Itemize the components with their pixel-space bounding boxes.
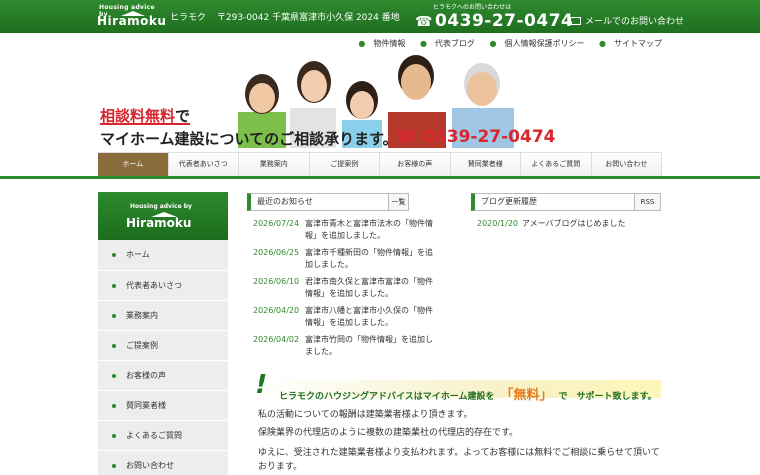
company-name: ヒラモク [170, 13, 207, 23]
nav-contact[interactable]: お問い合わせ [591, 153, 662, 176]
phone-number: 0439-27-0474 [434, 11, 574, 31]
advice-banner: ! ヒラモクのハウジングアドバイスはマイホーム建設を 「無料」で サポート致します… [247, 370, 661, 403]
sidebar-logo[interactable]: Housing advice by Hiramoku [98, 192, 228, 240]
hero-free-consultation: 相談料無料で [100, 107, 191, 125]
bullet-icon: ● [599, 39, 606, 48]
blog-item[interactable]: 2020/1/20 アメーバブログはじめました [477, 218, 626, 229]
mail-contact-label: メールでのお問い合わせ [585, 17, 685, 27]
hero-phone[interactable]: ☎ 0439-27-0474 [396, 127, 556, 147]
sidebar-item-home[interactable]: ホーム [98, 240, 228, 270]
hero-headline: マイホーム建設についてのご相談承ります。 [100, 130, 398, 148]
company-address: 〒293-0042 千葉県富津市小久保 2024 番地 [216, 13, 400, 23]
news-item[interactable]: 2026/06/10 君津市南久保と富津市富津の「物件情報」を追加しました。 [253, 276, 439, 300]
mail-contact-link[interactable]: メールでのお問い合わせ [570, 14, 684, 27]
sidebar-item-proposals[interactable]: ご提案例 [98, 330, 228, 360]
news-section-header: 最近のお知らせ 一覧 [247, 193, 409, 211]
site-logo[interactable]: Housing advice by Hiramoku [97, 4, 167, 30]
news-list: 2026/07/24 富津市青木と富津市法木の「物件情報」を追加しました。 202… [253, 218, 439, 363]
header-phone[interactable]: ヒラモクへのお問い合わせは ☎ 0439-27-0474 [415, 2, 573, 31]
main-navigation: ホーム 代表者あいさつ 業務案内 ご提案例 お客様の声 賛同業者様 よくあるご質… [98, 152, 662, 176]
bullet-icon: ● [489, 39, 497, 48]
bullet-icon: ● [419, 39, 427, 48]
phone-caption: ヒラモクへのお問い合わせは [433, 4, 512, 11]
sidebar-item-contact[interactable]: お問い合わせ [98, 450, 228, 475]
news-title: 最近のお知らせ [257, 197, 313, 206]
news-item[interactable]: 2026/06/25 富津市千種新田の「物件情報」を追加しました。 [253, 247, 439, 271]
blog-title: ブログ更新履歴 [481, 197, 537, 206]
top-header-bar: Housing advice by Hiramoku ヒラモク 〒293-004… [0, 0, 760, 33]
intro-paragraph: 私の活動についての報酬は建築業者様より頂きます。 [258, 410, 473, 420]
news-item[interactable]: 2026/04/20 富津市八幡と富津市小久保の「物件情報」を追加しました。 [253, 305, 439, 329]
hero-underline [100, 123, 190, 125]
sidebar-item-partners[interactable]: 賛同業者様 [98, 390, 228, 420]
news-list-link[interactable]: 一覧 [388, 194, 408, 210]
nav-divider [0, 176, 760, 179]
banner-free-label: 「無料」 [500, 388, 553, 403]
intro-paragraph: ゆえに、受注された建築業者様より支払われます。よってお客様には無料でご相談に乗ら… [258, 448, 660, 472]
envelope-icon [570, 17, 581, 25]
nav-faq[interactable]: よくあるご質問 [521, 153, 592, 176]
nav-testimonials[interactable]: お客様の声 [380, 153, 451, 176]
sidebar-item-faq[interactable]: よくあるご質問 [98, 420, 228, 450]
nav-home[interactable]: ホーム [98, 153, 169, 176]
intro-paragraph: 保険業界の代理店のように複数の建築業社の代理店的存在です。 [258, 428, 519, 438]
subnav-item[interactable]: ● 個人情報保護ポリシー [483, 39, 584, 48]
sidebar-item-services[interactable]: 業務案内 [98, 300, 228, 330]
nav-proposals[interactable]: ご提案例 [309, 153, 380, 176]
subnav-item[interactable]: ● 物件情報 [352, 39, 405, 48]
rss-link[interactable]: RSS [634, 194, 660, 210]
bullet-icon: ● [358, 39, 366, 48]
sidebar: Housing advice by Hiramoku ホーム 代表者あいさつ 業… [98, 192, 228, 475]
sidebar-item-greeting[interactable]: 代表者あいさつ [98, 270, 228, 300]
company-info: ヒラモク 〒293-0042 千葉県富津市小久保 2024 番地 [170, 10, 400, 23]
telephone-icon: ☎ [415, 14, 433, 30]
hero-banner: 相談料無料で マイホーム建設についてのご相談承ります。 ☎ 0439-27-04… [98, 48, 662, 150]
sidebar-logo-wordmark: Hiramoku [126, 216, 192, 230]
sidebar-item-testimonials[interactable]: お客様の声 [98, 360, 228, 390]
sidebar-logo-tagline: Housing advice by [130, 203, 192, 210]
banner-text: ヒラモクのハウジングアドバイスはマイホーム建設を 「無料」で サポート致します。 [279, 388, 657, 403]
nav-services[interactable]: 業務案内 [239, 153, 310, 176]
blog-section-header: ブログ更新履歴 RSS [471, 193, 661, 211]
news-item[interactable]: 2026/07/24 富津市青木と富津市法木の「物件情報」を追加しました。 [253, 218, 439, 242]
subnav-item[interactable]: ● 代表ブログ [414, 39, 475, 48]
telephone-icon: ☎ [396, 127, 424, 147]
nav-greeting[interactable]: 代表者あいさつ [168, 153, 239, 176]
subnav-item[interactable]: ● サイトマップ [593, 39, 662, 48]
news-item[interactable]: 2026/04/02 富津市竹岡の「物件情報」を追加しました。 [253, 334, 439, 358]
nav-partners[interactable]: 賛同業者様 [450, 153, 521, 176]
intro-text: 私の活動についての報酬は建築業者様より頂きます。 保険業界の代理店のように複数の… [258, 408, 663, 475]
logo-wordmark: Hiramoku [97, 14, 167, 28]
